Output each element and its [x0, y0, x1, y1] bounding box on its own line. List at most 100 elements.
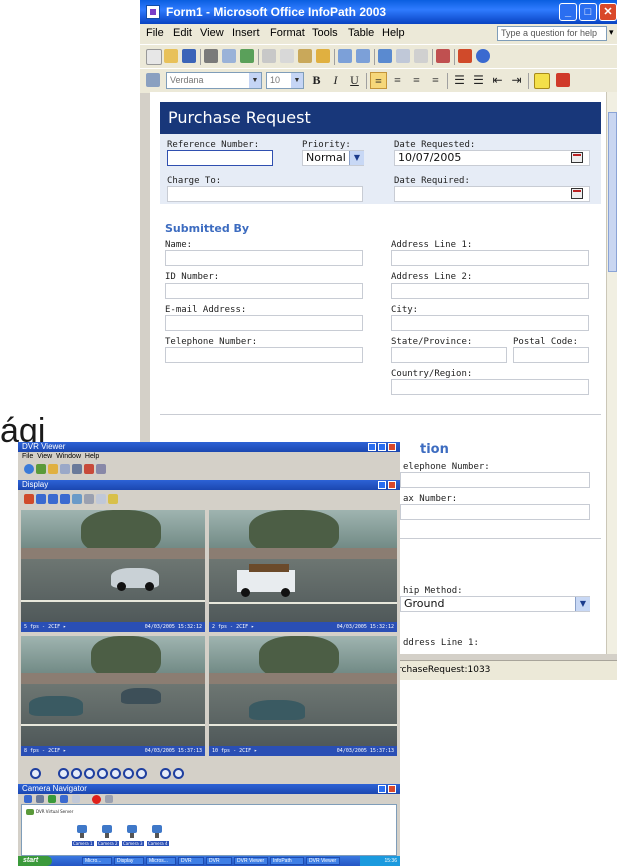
display-title-bar[interactable]: Display — [18, 480, 400, 490]
print-icon[interactable] — [204, 49, 218, 63]
camera-icon[interactable] — [77, 825, 87, 838]
save-icon[interactable] — [182, 49, 196, 63]
grid-1-icon[interactable] — [36, 494, 46, 504]
help-dropdown-icon[interactable]: ▾ — [609, 27, 614, 38]
format-painter-icon[interactable] — [316, 49, 330, 63]
camera-select-icon[interactable] — [24, 494, 34, 504]
grid-9-icon[interactable] — [60, 494, 70, 504]
menu-help[interactable]: Help — [85, 453, 99, 460]
server-icon[interactable] — [26, 809, 34, 815]
help-icon[interactable] — [24, 464, 34, 474]
menu-view[interactable]: View — [37, 453, 52, 460]
print-preview-icon[interactable] — [222, 49, 236, 63]
properties-icon[interactable] — [72, 795, 80, 803]
font-name-select[interactable]: Verdana ▼ — [166, 72, 262, 89]
close-button[interactable] — [388, 481, 396, 489]
scrollbar-thumb[interactable] — [608, 112, 617, 272]
address-line2-field[interactable] — [391, 283, 589, 299]
menu-window[interactable]: Window — [56, 453, 81, 460]
list-icon[interactable] — [36, 795, 44, 803]
record-icon[interactable] — [92, 795, 101, 804]
taskbar-item[interactable]: DVR Viewer — [234, 857, 268, 865]
stop-button[interactable] — [84, 768, 95, 779]
camera-icon[interactable] — [102, 825, 112, 838]
live-button[interactable] — [160, 768, 171, 779]
pause-button[interactable] — [71, 768, 82, 779]
numbered-list-button[interactable]: ☰ — [451, 72, 468, 89]
city-field[interactable] — [391, 315, 589, 331]
increase-indent-button[interactable]: ⇥ — [508, 72, 525, 89]
digital-signature-icon[interactable] — [458, 49, 472, 63]
align-center-button[interactable]: ≡ — [389, 72, 406, 89]
start-button[interactable]: start — [18, 856, 52, 866]
close-button[interactable]: ✕ — [599, 3, 617, 21]
step-forward-button[interactable] — [110, 768, 121, 779]
camera-icon[interactable] — [127, 825, 137, 838]
close-button[interactable] — [388, 785, 396, 793]
maximize-button[interactable] — [378, 481, 386, 489]
taskbar-item[interactable]: InfoPath — [270, 857, 304, 865]
priority-select[interactable]: Normal ▼ — [302, 150, 364, 166]
help-search-input[interactable]: Type a question for help — [497, 26, 607, 41]
menu-file[interactable]: File — [146, 27, 164, 39]
grid-4-icon[interactable] — [48, 494, 58, 504]
folder-icon[interactable] — [48, 464, 58, 474]
minimize-button[interactable]: _ — [559, 3, 577, 21]
decrease-indent-button[interactable]: ⇤ — [489, 72, 506, 89]
maximize-button[interactable] — [378, 785, 386, 793]
undo-icon[interactable] — [338, 49, 352, 63]
camera-icon[interactable] — [72, 464, 82, 474]
ptz-icon[interactable] — [108, 494, 118, 504]
stop-record-icon[interactable] — [105, 795, 113, 803]
taskbar-item[interactable]: DVR — [206, 857, 232, 865]
date-requested-field[interactable]: 10/07/2005 — [394, 150, 590, 166]
export-button[interactable] — [173, 768, 184, 779]
copy-icon[interactable] — [280, 49, 294, 63]
rewind-button[interactable] — [30, 768, 41, 779]
justify-button[interactable]: ≡ — [427, 72, 444, 89]
table-icon[interactable] — [396, 49, 410, 63]
print-icon[interactable] — [96, 494, 106, 504]
telephone-field[interactable] — [165, 347, 363, 363]
taskbar-item[interactable]: Display — [114, 857, 144, 865]
record-icon[interactable] — [84, 464, 94, 474]
play-button[interactable] — [58, 768, 69, 779]
camera-navigator-title-bar[interactable]: Camera Navigator — [18, 784, 400, 794]
camera-feed-1[interactable] — [21, 510, 205, 622]
align-left-button[interactable]: ≡ — [370, 72, 387, 89]
open-icon[interactable] — [164, 49, 178, 63]
menu-help[interactable]: Help — [382, 27, 405, 39]
menu-table[interactable]: Table — [348, 27, 374, 39]
highlight-icon[interactable] — [534, 73, 550, 89]
camera-feed-3[interactable] — [21, 636, 205, 746]
id-number-field[interactable] — [165, 283, 363, 299]
style-icon[interactable] — [146, 73, 160, 87]
postal-code-field[interactable] — [513, 347, 589, 363]
vertical-scrollbar[interactable] — [606, 92, 617, 654]
menu-format[interactable]: Format — [270, 27, 305, 39]
date-required-field[interactable] — [394, 186, 590, 202]
snapshot-icon[interactable] — [84, 494, 94, 504]
bold-button[interactable]: B — [308, 72, 325, 89]
taskbar-item[interactable]: DVR Viewer — [306, 857, 340, 865]
infopath-title-bar[interactable]: Form1 - Microsoft Office InfoPath 2003 _… — [140, 0, 617, 24]
help-icon[interactable] — [476, 49, 490, 63]
taskbar-item[interactable]: Micros... — [146, 857, 176, 865]
connect-icon[interactable] — [36, 464, 46, 474]
font-size-select[interactable]: 10 ▼ — [266, 72, 304, 89]
layout-icon[interactable] — [60, 464, 70, 474]
design-icon[interactable] — [436, 49, 450, 63]
settings-icon[interactable] — [96, 464, 106, 474]
name-field[interactable] — [165, 250, 363, 266]
step-back-button[interactable] — [97, 768, 108, 779]
font-color-icon[interactable] — [556, 73, 570, 87]
zoom-icon[interactable] — [72, 494, 82, 504]
reference-number-field[interactable] — [167, 150, 273, 166]
country-field[interactable] — [391, 379, 589, 395]
menu-view[interactable]: View — [200, 27, 224, 39]
underline-button[interactable]: U — [346, 72, 363, 89]
spelling-icon[interactable] — [240, 49, 254, 63]
camera-feed-4[interactable] — [209, 636, 397, 746]
minimize-button[interactable] — [368, 443, 376, 451]
calendar-icon[interactable] — [571, 188, 583, 199]
